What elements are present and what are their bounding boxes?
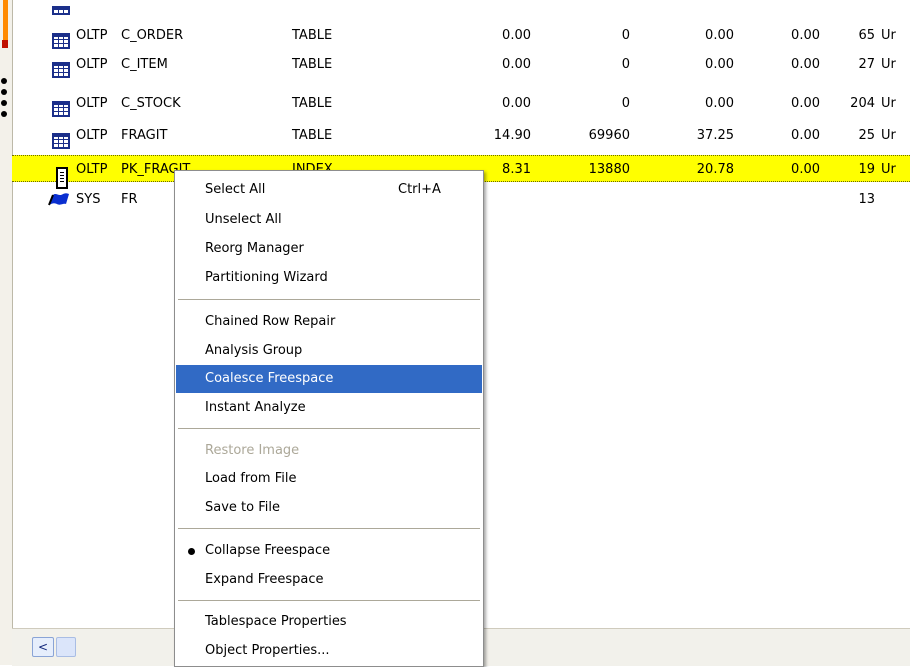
row-value-4: 0.00 [791,128,820,143]
table-row[interactable]: OLTP C_STOCK TABLE 0.00 0 0.00 0.00 204 … [12,90,910,117]
menu-item-label: Chained Row Repair [205,314,336,329]
radio-bullet-icon [188,548,195,555]
row-owner: OLTP [76,128,108,143]
menu-item-label: Select All [205,182,266,197]
menu-item-shortcut: Ctrl+A [398,182,441,197]
row-object-type: TABLE [292,57,333,72]
menu-item-restore-image: Restore Image [176,439,482,463]
table-row[interactable]: OLTP C_ORDER TABLE 0.00 0 0.00 0.00 65 U… [12,22,910,49]
row-object-name: C_ITEM [121,57,168,72]
row-value-5: 204 [850,96,875,111]
menu-item-label: Restore Image [205,443,300,458]
row-unit: Ur [881,28,896,43]
row-value-4: 0.00 [791,28,820,43]
row-object-name: C_ORDER [121,28,184,43]
row-value-5: 13 [858,192,875,207]
menu-item-label: Unselect All [205,212,282,227]
menu-item-load-from-file[interactable]: Load from File [176,467,482,491]
row-value-5: 19 [858,162,875,177]
menu-item-label: Instant Analyze [205,400,306,415]
row-value-1: 0.00 [502,28,531,43]
menu-item-coalesce-freespace[interactable]: Coalesce Freespace [176,365,482,393]
row-value-2: 0 [621,57,630,72]
row-owner: SYS [76,192,101,207]
row-value-3: 0.00 [705,28,734,43]
row-owner: OLTP [76,28,108,43]
row-value-1: 14.90 [493,128,531,143]
context-menu: Select All Ctrl+A Unselect All Reorg Man… [174,170,484,667]
row-value-5: 65 [858,28,875,43]
row-object-type: TABLE [292,28,333,43]
row-unit: Ur [881,128,896,143]
scroll-left-button[interactable]: < [32,637,54,657]
scroll-thumb[interactable] [56,637,76,657]
menu-item-analysis-group[interactable]: Analysis Group [176,339,482,363]
menu-item-partitioning-wizard[interactable]: Partitioning Wizard [176,266,482,290]
row-value-1: 0.00 [502,57,531,72]
menu-item-save-to-file[interactable]: Save to File [176,496,482,520]
row-object-name: FR [121,192,138,207]
row-unit: Ur [881,162,896,177]
menu-item-reorg-manager[interactable]: Reorg Manager [176,237,482,261]
row-value-4: 0.00 [791,162,820,177]
splitter-grip[interactable] [0,78,10,122]
menu-item-label: Collapse Freespace [205,543,331,558]
row-unit: Ur [881,57,896,72]
row-object-type: TABLE [292,96,333,111]
row-value-2: 0 [621,96,630,111]
row-owner: OLTP [76,162,108,177]
row-object-type: TABLE [292,128,333,143]
row-value-2: 69960 [588,128,630,143]
menu-separator [178,600,480,601]
flag-icon [48,191,70,211]
left-pane-accent-marker [2,40,8,48]
menu-item-unselect-all[interactable]: Unselect All [176,208,482,232]
menu-separator [178,528,480,529]
row-value-3: 0.00 [705,57,734,72]
menu-item-select-all[interactable]: Select All Ctrl+A [176,178,482,202]
table-row[interactable]: OLTP FRAGIT TABLE 14.90 69960 37.25 0.00… [12,122,910,149]
menu-item-object-properties[interactable]: Object Properties... [176,639,482,663]
table-row-partial[interactable] [12,0,910,15]
row-value-5: 25 [858,128,875,143]
table-row[interactable]: OLTP C_ITEM TABLE 0.00 0 0.00 0.00 27 Ur [12,51,910,78]
menu-item-tablespace-properties[interactable]: Tablespace Properties [176,610,482,634]
menu-item-label: Object Properties... [205,643,330,658]
left-pane-accent [3,0,8,40]
row-value-4: 0.00 [791,96,820,111]
menu-item-chained-row-repair[interactable]: Chained Row Repair [176,310,482,334]
row-object-name: FRAGIT [121,128,168,143]
row-value-2: 13880 [588,162,630,177]
row-value-3: 0.00 [705,96,734,111]
menu-item-collapse-freespace[interactable]: Collapse Freespace [176,539,482,563]
row-unit: Ur [881,96,896,111]
menu-separator [178,428,480,429]
chevron-left-icon: < [37,640,49,654]
row-value-1: 0.00 [502,96,531,111]
row-value-3: 20.78 [696,162,734,177]
menu-item-label: Coalesce Freespace [205,371,334,386]
menu-item-label: Load from File [205,471,297,486]
row-object-name: C_STOCK [121,96,181,111]
row-value-2: 0 [621,28,630,43]
row-value-4: 0.00 [791,57,820,72]
menu-item-label: Partitioning Wizard [205,270,328,285]
row-owner: OLTP [76,96,108,111]
menu-item-label: Reorg Manager [205,241,304,256]
row-value-5: 27 [858,57,875,72]
row-value-3: 37.25 [696,128,734,143]
menu-item-label: Tablespace Properties [205,614,347,629]
menu-item-label: Save to File [205,500,280,515]
menu-item-instant-analyze[interactable]: Instant Analyze [176,396,482,420]
menu-item-label: Analysis Group [205,343,303,358]
row-owner: OLTP [76,57,108,72]
menu-item-expand-freespace[interactable]: Expand Freespace [176,568,482,592]
menu-item-label: Expand Freespace [205,572,324,587]
menu-separator [178,299,480,300]
